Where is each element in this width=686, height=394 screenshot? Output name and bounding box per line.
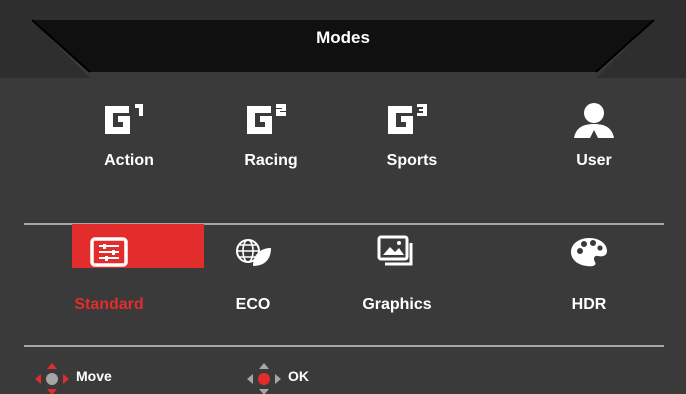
globe-leaf-icon [188, 234, 318, 278]
divider [24, 345, 664, 347]
page-title: Modes [316, 28, 370, 47]
mode-user[interactable]: User [529, 92, 659, 192]
osd-menu: Modes Action Racing Sports User Standard… [0, 0, 686, 394]
move-label: Move [76, 368, 112, 384]
mode-label: Racing [244, 152, 298, 169]
mode-label: HDR [571, 296, 607, 313]
mode-graphics[interactable]: Graphics [332, 224, 462, 324]
g2-icon [206, 100, 336, 144]
pictures-icon [332, 234, 462, 278]
mode-eco[interactable]: ECO [188, 224, 318, 324]
user-icon [529, 100, 659, 144]
mode-standard[interactable]: Standard [44, 224, 204, 324]
sliders-icon [44, 234, 174, 278]
mode-label: User [576, 152, 612, 169]
mode-label: Sports [386, 152, 438, 169]
footer-hints: Move OK [0, 350, 686, 394]
mode-racing[interactable]: Racing [206, 92, 336, 192]
picture-modes-row: Standard ECO Graphics HDR [24, 224, 664, 334]
g3-icon [347, 100, 477, 144]
mode-label: Standard [74, 296, 144, 313]
mode-action[interactable]: Action [64, 92, 194, 192]
mode-label: ECO [235, 296, 271, 313]
g1-icon [64, 100, 194, 144]
mode-sports[interactable]: Sports [347, 92, 477, 192]
dpad-ok-icon [247, 363, 281, 394]
game-modes-row: Action Racing Sports User [24, 92, 664, 202]
palette-icon [524, 234, 654, 278]
mode-label: Action [104, 152, 154, 169]
title-bar: Modes [0, 0, 686, 78]
mode-label: Graphics [362, 296, 432, 313]
ok-label: OK [288, 368, 309, 384]
mode-hdr[interactable]: HDR [524, 224, 654, 324]
dpad-move-icon [35, 363, 69, 394]
